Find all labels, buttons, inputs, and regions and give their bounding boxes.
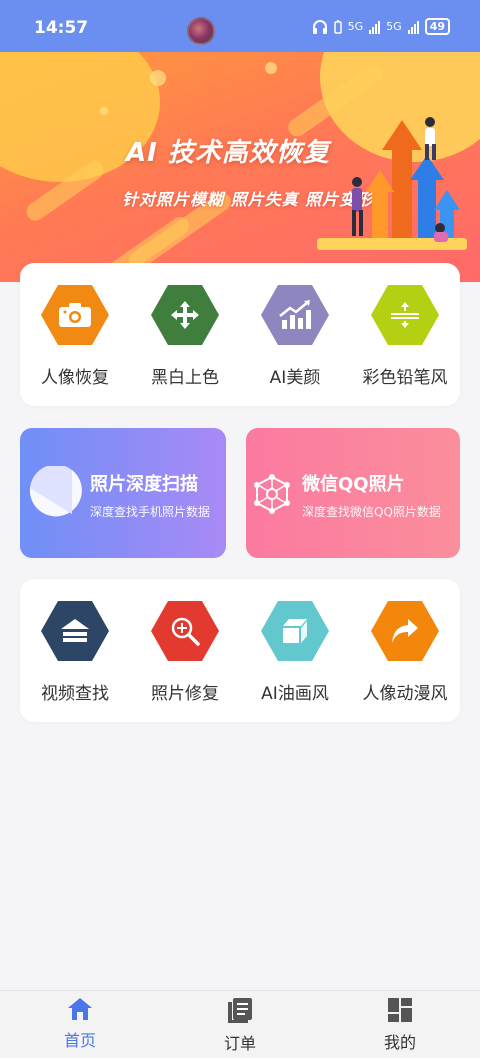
layers-icon — [41, 601, 109, 661]
growth-arrows-illustration — [317, 117, 467, 250]
network-label-2: 5G — [386, 20, 402, 33]
feature-label: 人像恢复 — [41, 368, 109, 388]
camera-icon — [41, 285, 109, 345]
tab-orders[interactable]: 订单 — [160, 991, 320, 1058]
app-notification-icon — [187, 17, 215, 45]
feature-label: AI美颜 — [269, 368, 321, 388]
feature-label: 彩色铅笔风 — [362, 368, 448, 388]
headset-icon — [312, 19, 327, 34]
feature-oil-painting[interactable]: AI油画风 — [240, 579, 350, 722]
orders-icon — [228, 998, 252, 1023]
promo-wechat-qq[interactable]: 微信QQ照片 深度查找微信QQ照片数据 — [246, 428, 460, 558]
status-time: 14:57 — [34, 18, 89, 38]
features-card-top: 人像恢复 黑白上色 AI美颜 彩色铅笔风 — [20, 263, 460, 406]
network-hex-icon — [254, 474, 290, 514]
lock-battery-icon — [333, 19, 342, 34]
feature-anime-style[interactable]: 人像动漫风 — [350, 579, 460, 722]
tab-home[interactable]: 首页 — [0, 991, 160, 1058]
signal-icon-2 — [407, 20, 419, 34]
banner-title: AI 技术高效恢复 — [126, 138, 330, 168]
promo-title: 微信QQ照片 — [302, 474, 405, 495]
home-icon — [68, 998, 92, 1020]
tab-label: 首页 — [63, 1031, 96, 1050]
feature-colorize[interactable]: 黑白上色 — [130, 263, 240, 406]
grid-profile-icon — [388, 998, 412, 1022]
banner-dot — [100, 107, 108, 115]
banner-dot — [150, 70, 166, 86]
banner-dot — [265, 62, 277, 74]
feature-label: AI油画风 — [261, 684, 329, 704]
share-arrow-icon — [371, 601, 439, 661]
promo-title: 照片深度扫描 — [90, 474, 198, 495]
feature-label: 照片修复 — [151, 684, 219, 704]
resize-vertical-icon — [371, 285, 439, 345]
feature-pencil-style[interactable]: 彩色铅笔风 — [350, 263, 460, 406]
status-icons: 5G 5G 49 — [312, 18, 450, 35]
cube-icon — [261, 601, 329, 661]
status-bar: 14:57 5G 5G 49 — [0, 0, 480, 52]
tab-label: 我的 — [383, 1033, 416, 1052]
tab-profile[interactable]: 我的 — [320, 991, 480, 1058]
tab-label: 订单 — [223, 1034, 256, 1053]
promo-description: 深度查找手机照片数据 — [90, 505, 211, 519]
feature-label: 黑白上色 — [151, 368, 219, 388]
feature-portrait-restore[interactable]: 人像恢复 — [20, 263, 130, 406]
feature-label: 人像动漫风 — [362, 684, 448, 704]
promo-description: 深度查找微信QQ照片数据 — [302, 505, 441, 519]
chart-up-icon — [261, 285, 329, 345]
promo-deep-scan[interactable]: 照片深度扫描 深度查找手机照片数据 — [20, 428, 226, 558]
zoom-plus-icon — [151, 601, 219, 661]
feature-label: 视频查找 — [41, 684, 109, 704]
feature-photo-repair[interactable]: 照片修复 — [130, 579, 240, 722]
network-label-1: 5G — [347, 20, 364, 33]
battery-level: 49 — [424, 18, 450, 35]
signal-icon-1 — [369, 20, 381, 34]
feature-video-find[interactable]: 视频查找 — [20, 579, 130, 722]
hero-banner[interactable]: AI 技术高效恢复 针对照片模糊 照片失真 照片变形 — [0, 52, 480, 282]
feature-ai-beauty[interactable]: AI美颜 — [240, 263, 350, 406]
pie-scan-icon — [29, 466, 82, 517]
move-arrows-icon — [151, 285, 219, 345]
bottom-nav: 首页 订单 我的 — [0, 990, 480, 1058]
features-card-bottom: 视频查找 照片修复 AI油画风 人像动漫风 — [20, 579, 460, 722]
